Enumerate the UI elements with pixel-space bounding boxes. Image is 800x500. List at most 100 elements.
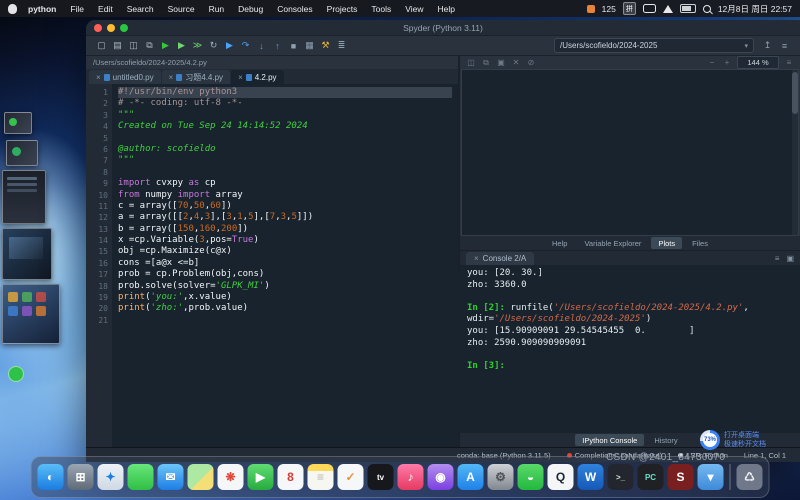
toolbar-save-button[interactable]: ◫ [126,38,141,53]
menu-item-run[interactable]: Run [202,4,232,14]
dock-icon-calendar[interactable]: 8 [278,464,304,490]
plots-scrollbar[interactable] [792,70,798,235]
console-bottom-tab-ipython-console[interactable]: IPython Console [575,434,644,446]
dock-icon-reminders[interactable]: ✓ [338,464,364,490]
recording-status-icon[interactable] [587,5,595,13]
menu-item-python[interactable]: python [21,4,63,14]
zoom-level-field[interactable]: 144 % [737,56,779,69]
ipython-console[interactable]: you: [20. 30.]zho: 3360.0In [2]: runfile… [460,265,800,433]
code-line[interactable]: #!/usr/bin/env python3 [118,87,452,98]
minimize-window-button[interactable] [107,24,115,32]
window-titlebar[interactable]: Spyder (Python 3.11) [86,20,800,36]
code-line[interactable]: prob = cp.Problem(obj,cons) [118,269,458,280]
battery-icon[interactable] [680,4,696,13]
code-line[interactable] [118,133,458,144]
desktop-thumbnail-5[interactable] [2,284,60,344]
toolbar-run-button[interactable]: ▶ [158,38,173,53]
dock-icon-facetime[interactable]: ▶ [248,464,274,490]
toolbar-python-env-button[interactable]: ↥ [760,38,775,53]
desktop-thumbnail-3[interactable] [2,170,46,224]
console-menu-icon[interactable]: ≡ [775,254,780,263]
working-directory-select[interactable]: /Users/scofieldo/2024-2025 ▾ [554,38,754,53]
toolbar-tools-button[interactable]: ⚒ [318,38,333,53]
plots-scrollbar-thumb[interactable] [792,72,798,114]
code-line[interactable]: print('you:',x.value) [118,292,458,303]
menu-item-file[interactable]: File [63,4,91,14]
plots-options-menu-icon[interactable]: ≡ [784,58,794,67]
plots-copy-plot-button[interactable]: ▣ [496,58,506,68]
menu-item-help[interactable]: Help [431,4,462,14]
toolbar-layout-button[interactable]: ≣ [334,38,349,53]
toolbar-stop-button[interactable]: ■ [286,38,301,53]
toolbar-options-menu-button[interactable]: ≡ [777,38,792,53]
pane-tab-files[interactable]: Files [685,237,715,249]
code-line[interactable]: c = array([70,50,60]) [118,201,458,212]
reader-widget-text[interactable]: 打开桌面端 极速秒开文档 [724,431,766,449]
console-pane-icon[interactable]: ▣ [786,254,794,263]
menu-item-source[interactable]: Source [161,4,202,14]
pane-tab-variable-explorer[interactable]: Variable Explorer [577,237,648,249]
editor-tab[interactable]: ×4.2.py [231,70,283,84]
desktop-green-app-badge[interactable] [8,366,24,382]
dock-icon-spyder[interactable]: S [668,464,694,490]
input-method-icon[interactable]: 拼 [623,2,636,15]
menu-item-view[interactable]: View [398,4,430,14]
code-line[interactable]: obj =cp.Maximize(c@x) [118,246,458,257]
dock-icon-terminal[interactable]: >_ [608,464,634,490]
plots-remove-all-plots-button[interactable]: ⊘ [526,58,536,68]
menu-item-debug[interactable]: Debug [231,4,270,14]
dock-icon-notes[interactable]: ≡ [308,464,334,490]
pane-tab-plots[interactable]: Plots [651,237,682,249]
code-line[interactable]: import cvxpy as cp [118,178,458,189]
toolbar-run-cell-advance-button[interactable]: ≫ [190,38,205,53]
menu-item-tools[interactable]: Tools [364,4,398,14]
dock-icon-photos[interactable]: ❋ [218,464,244,490]
toolbar-step-into-button[interactable]: ↓ [254,38,269,53]
code-line[interactable] [118,167,458,178]
dock-icon-podcasts[interactable]: ◉ [428,464,454,490]
dock-icon-launchpad[interactable]: ⊞ [68,464,94,490]
editor-code[interactable]: #!/usr/bin/env python3# -*- coding: utf-… [112,84,458,447]
code-line[interactable]: @author: scofieldo [118,144,458,155]
dock-icon-qq[interactable]: Q [548,464,574,490]
dock-icon-maps[interactable] [188,464,214,490]
console-tab[interactable]: × Console 2/A [466,252,534,265]
code-line[interactable]: prob.solve(solver='GLPK_MI') [118,281,458,292]
code-line[interactable] [118,315,458,326]
code-line[interactable]: x =cp.Variable(3,pos=True) [118,235,458,246]
wifi-icon[interactable] [663,5,673,13]
code-line[interactable]: print('zho:',prob.value) [118,303,458,314]
zoom-out-button[interactable]: − [707,58,717,67]
dock-icon-pycharm[interactable]: PC [638,464,664,490]
code-line[interactable]: b = array([150,160,200]) [118,224,458,235]
toolbar-new-file-button[interactable]: ▢ [94,38,109,53]
toolbar-save-all-button[interactable]: ⧉ [142,38,157,53]
dock-icon-system-settings[interactable]: ⚙ [488,464,514,490]
plots-canvas[interactable] [461,69,799,236]
toolbar-run-cell-button[interactable]: ▶ [174,38,189,53]
dock-icon-mail[interactable]: ✉ [158,464,184,490]
code-line[interactable]: a = array([[2,4,3],[3,1,5],[7,3,5]]) [118,212,458,223]
menubar-clock[interactable]: 12月8日 周日 22:57 [718,3,792,15]
menu-item-consoles[interactable]: Consoles [270,4,319,14]
code-line[interactable]: Created on Tue Sep 24 14:14:52 2024 [118,121,458,132]
code-line[interactable]: """ [118,110,458,121]
editor-tab[interactable]: ×untitled0.py [89,70,161,84]
code-line[interactable]: # -*- coding: utf-8 -*- [118,98,458,109]
dock-icon-safari[interactable]: ✦ [98,464,124,490]
dock-icon-finder[interactable]: ◐ [38,464,64,490]
dock-icon-downloads[interactable]: ▾ [698,464,724,490]
plots-save-plot-button[interactable]: ◫ [466,58,476,68]
close-window-button[interactable] [94,24,102,32]
console-bottom-tab-history[interactable]: History [647,434,684,446]
toolbar-debug-button[interactable]: ▶ [222,38,237,53]
plots-remove-plot-button[interactable]: ✕ [511,58,521,68]
menu-item-edit[interactable]: Edit [91,4,120,14]
toolbar-maximize-pane-button[interactable]: ▦ [302,38,317,53]
dock-icon-messages[interactable] [128,464,154,490]
code-line[interactable]: cons =[a@x <=b] [118,258,458,269]
spotlight-search-icon[interactable] [703,5,711,13]
plots-save-all-plots-button[interactable]: ⧉ [481,58,491,68]
toolbar-rerun-cell-button[interactable]: ↻ [206,38,221,53]
reader-widget[interactable]: 73% 打开桌面端 极速秒开文档 [700,430,766,450]
